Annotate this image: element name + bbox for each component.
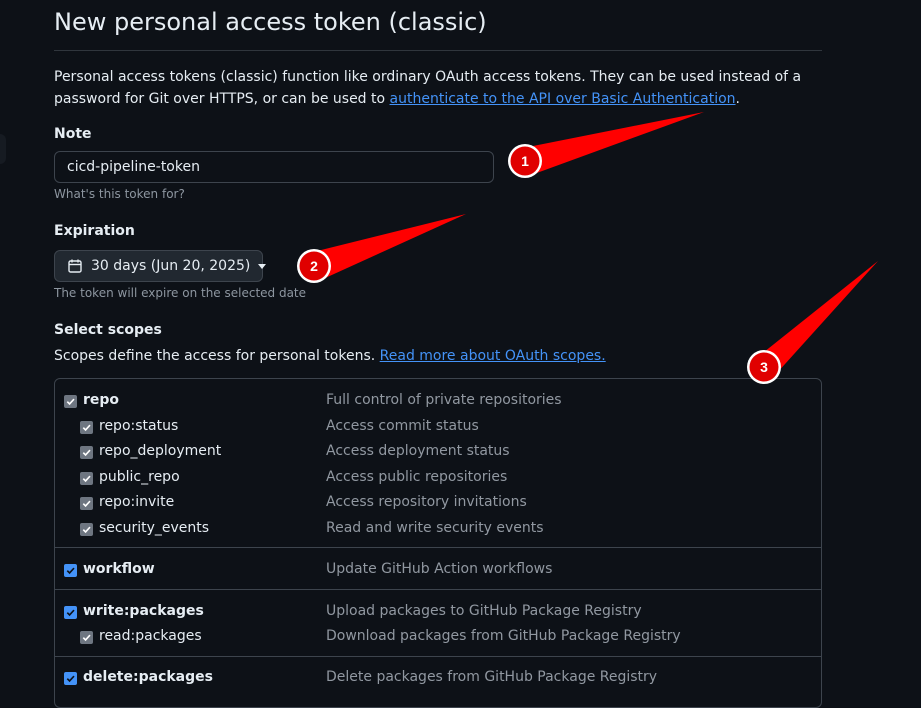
annotation-marker-2-label: 2 (310, 258, 318, 274)
page-title: New personal access token (classic) (54, 8, 487, 36)
scope-row-repo-deployment: repo_deployment Access deployment status (55, 440, 821, 464)
scope-desc-write-packages: Upload packages to GitHub Package Regist… (326, 603, 642, 619)
scope-desc-delete-packages: Delete packages from GitHub Package Regi… (326, 669, 658, 685)
scope-desc-security-events: Read and write security events (326, 520, 544, 536)
caret-down-icon (258, 263, 267, 269)
expiration-hint: The token will expire on the selected da… (54, 286, 307, 300)
scope-desc-repo-deployment: Access deployment status (326, 443, 510, 459)
scope-desc-repo: Full control of private repositories (326, 392, 562, 408)
scope-row-write-packages: write:packages Upload packages to GitHub… (55, 600, 821, 624)
annotation-marker-1: 1 (508, 144, 542, 178)
scope-group-divider (55, 589, 821, 590)
scope-row-repo-status: repo:status Access commit status (55, 415, 821, 439)
oauth-scopes-link[interactable]: Read more about OAuth scopes. (380, 348, 606, 364)
scope-row-read-packages: read:packages Download packages from Git… (55, 625, 821, 649)
annotation-marker-2: 2 (297, 249, 331, 283)
check-icon (66, 398, 75, 406)
scope-name-repo-status: repo:status (99, 418, 179, 434)
scope-desc-read-packages: Download packages from GitHub Package Re… (326, 628, 681, 644)
scope-row-public-repo: public_repo Access public repositories (55, 466, 821, 490)
scope-checkbox-public-repo[interactable] (80, 472, 93, 485)
check-icon (82, 526, 91, 534)
scope-name-repo: repo (83, 392, 120, 408)
annotation-marker-3-label: 3 (760, 359, 768, 375)
check-icon (82, 449, 91, 457)
scope-checkbox-repo-status[interactable] (80, 421, 93, 434)
scope-checkbox-repo[interactable] (64, 395, 77, 408)
scope-row-security-events: security_events Read and write security … (55, 517, 821, 541)
expiration-label: Expiration (54, 223, 135, 239)
check-icon (82, 424, 91, 432)
check-icon (82, 634, 91, 642)
check-icon (66, 675, 75, 683)
scope-checkbox-delete-packages[interactable] (64, 672, 77, 685)
scope-name-read-packages: read:packages (99, 628, 202, 644)
annotation-arrow-1 (518, 112, 704, 174)
scope-row-repo: repo Full control of private repositorie… (55, 389, 821, 413)
scopes-description: Scopes define the access for personal to… (54, 348, 606, 364)
note-hint: What's this token for? (54, 187, 185, 201)
scope-name-security-events: security_events (99, 520, 210, 536)
scopes-label: Select scopes (54, 322, 162, 338)
scope-checkbox-write-packages[interactable] (64, 606, 77, 619)
scope-row-delete-packages: delete:packages Delete packages from Git… (55, 666, 821, 690)
scope-desc-workflow: Update GitHub Action workflows (326, 561, 553, 577)
scope-desc-public-repo: Access public repositories (326, 469, 508, 485)
scope-row-repo-invite: repo:invite Access repository invitation… (55, 491, 821, 515)
expiration-value: 30 days (Jun 20, 2025) (91, 258, 251, 274)
scope-name-write-packages: write:packages (83, 603, 204, 619)
check-icon (66, 609, 75, 617)
scope-checkbox-read-packages[interactable] (80, 631, 93, 644)
scope-checkbox-repo-deployment[interactable] (80, 446, 93, 459)
scope-checkbox-repo-invite[interactable] (80, 497, 93, 510)
note-input[interactable] (54, 151, 494, 183)
scope-name-delete-packages: delete:packages (83, 669, 213, 685)
scope-desc-repo-status: Access commit status (326, 418, 479, 434)
scope-checkbox-security-events[interactable] (80, 523, 93, 536)
scope-row-workflow: workflow Update GitHub Action workflows (55, 558, 821, 582)
scopes-description-text: Scopes define the access for personal to… (54, 348, 380, 364)
expiration-dropdown[interactable]: 30 days (Jun 20, 2025) (54, 250, 267, 282)
check-icon (82, 475, 91, 483)
annotation-arrow-3 (754, 261, 878, 374)
scope-checkbox-workflow[interactable] (64, 564, 77, 577)
intro-text: Personal access tokens (classic) functio… (54, 66, 824, 110)
scope-name-workflow: workflow (83, 561, 155, 577)
calendar-icon (67, 258, 83, 274)
note-label: Note (54, 126, 92, 142)
check-icon (66, 567, 75, 575)
annotation-marker-1-label: 1 (521, 153, 529, 169)
side-panel-tab (0, 134, 6, 164)
check-icon (82, 500, 91, 508)
scopes-list: repo Full control of private repositorie… (54, 378, 822, 708)
scope-group-divider (55, 547, 821, 548)
scope-desc-repo-invite: Access repository invitations (326, 494, 527, 510)
title-divider (54, 50, 822, 51)
annotation-arrow-2 (305, 214, 466, 279)
scope-name-repo-deployment: repo_deployment (99, 443, 222, 459)
scope-name-repo-invite: repo:invite (99, 494, 175, 510)
scope-name-public-repo: public_repo (99, 469, 180, 485)
basic-auth-link[interactable]: authenticate to the API over Basic Authe… (390, 91, 736, 107)
intro-text-after: . (735, 91, 740, 107)
scope-group-divider (55, 656, 821, 657)
